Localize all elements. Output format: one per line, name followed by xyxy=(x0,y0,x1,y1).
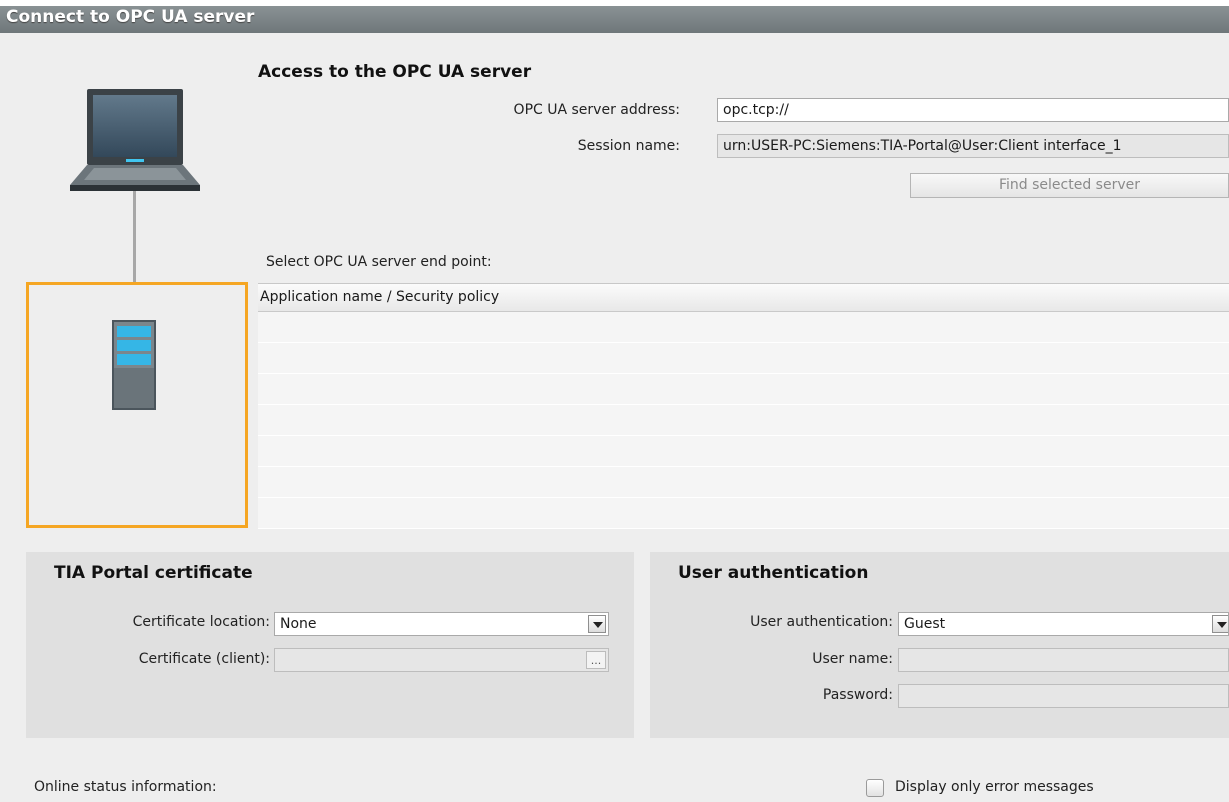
certificate-client-field[interactable]: ... xyxy=(274,648,609,672)
session-name-field[interactable]: urn:USER-PC:Siemens:TIA-Portal@User:Clie… xyxy=(717,134,1229,158)
certificate-location-label: Certificate location: xyxy=(132,614,270,630)
dropdown-arrow-icon[interactable] xyxy=(1212,615,1228,633)
title-bar: Connect to OPC UA server xyxy=(0,0,1229,33)
column-header-application[interactable]: Application name / Security policy xyxy=(258,284,1229,312)
table-row[interactable] xyxy=(258,405,1229,436)
table-row[interactable] xyxy=(258,467,1229,498)
endpoint-label: Select OPC UA server end point: xyxy=(266,254,492,270)
authentication-type-value: Guest xyxy=(904,616,946,632)
table-row[interactable] xyxy=(258,343,1229,374)
dropdown-arrow-icon[interactable] xyxy=(588,615,606,633)
endpoint-table[interactable]: Application name / Security policy xyxy=(258,283,1229,529)
certificate-heading: TIA Portal certificate xyxy=(54,563,253,583)
table-row[interactable] xyxy=(258,312,1229,343)
session-name-label: Session name: xyxy=(577,138,680,154)
table-row[interactable] xyxy=(258,498,1229,529)
window-title: Connect to OPC UA server xyxy=(6,7,255,27)
laptop-icon xyxy=(70,89,200,191)
password-input[interactable] xyxy=(898,684,1229,708)
access-heading: Access to the OPC UA server xyxy=(258,62,532,82)
server-address-label: OPC UA server address: xyxy=(513,102,680,118)
certificate-location-dropdown[interactable]: None xyxy=(274,612,609,636)
certificate-location-value: None xyxy=(280,616,317,632)
browse-button[interactable]: ... xyxy=(586,651,606,669)
find-server-button[interactable]: Find selected server xyxy=(910,173,1229,198)
server-address-input[interactable]: opc.tcp:// xyxy=(717,98,1229,122)
username-input[interactable] xyxy=(898,648,1229,672)
password-label: Password: xyxy=(822,687,893,703)
table-row[interactable] xyxy=(258,374,1229,405)
authentication-type-dropdown[interactable]: Guest xyxy=(898,612,1229,636)
error-only-label: Display only error messages xyxy=(895,779,1094,795)
username-label: User name: xyxy=(812,651,893,667)
authentication-heading: User authentication xyxy=(678,563,869,583)
certificate-client-label: Certificate (client): xyxy=(138,651,270,667)
error-only-checkbox[interactable] xyxy=(866,779,884,797)
online-status-label: Online status information: xyxy=(34,779,217,795)
server-selection-frame[interactable] xyxy=(26,282,248,528)
server-icon xyxy=(112,320,156,410)
connection-line xyxy=(133,191,136,284)
authentication-type-label: User authentication: xyxy=(750,614,893,630)
table-row[interactable] xyxy=(258,436,1229,467)
